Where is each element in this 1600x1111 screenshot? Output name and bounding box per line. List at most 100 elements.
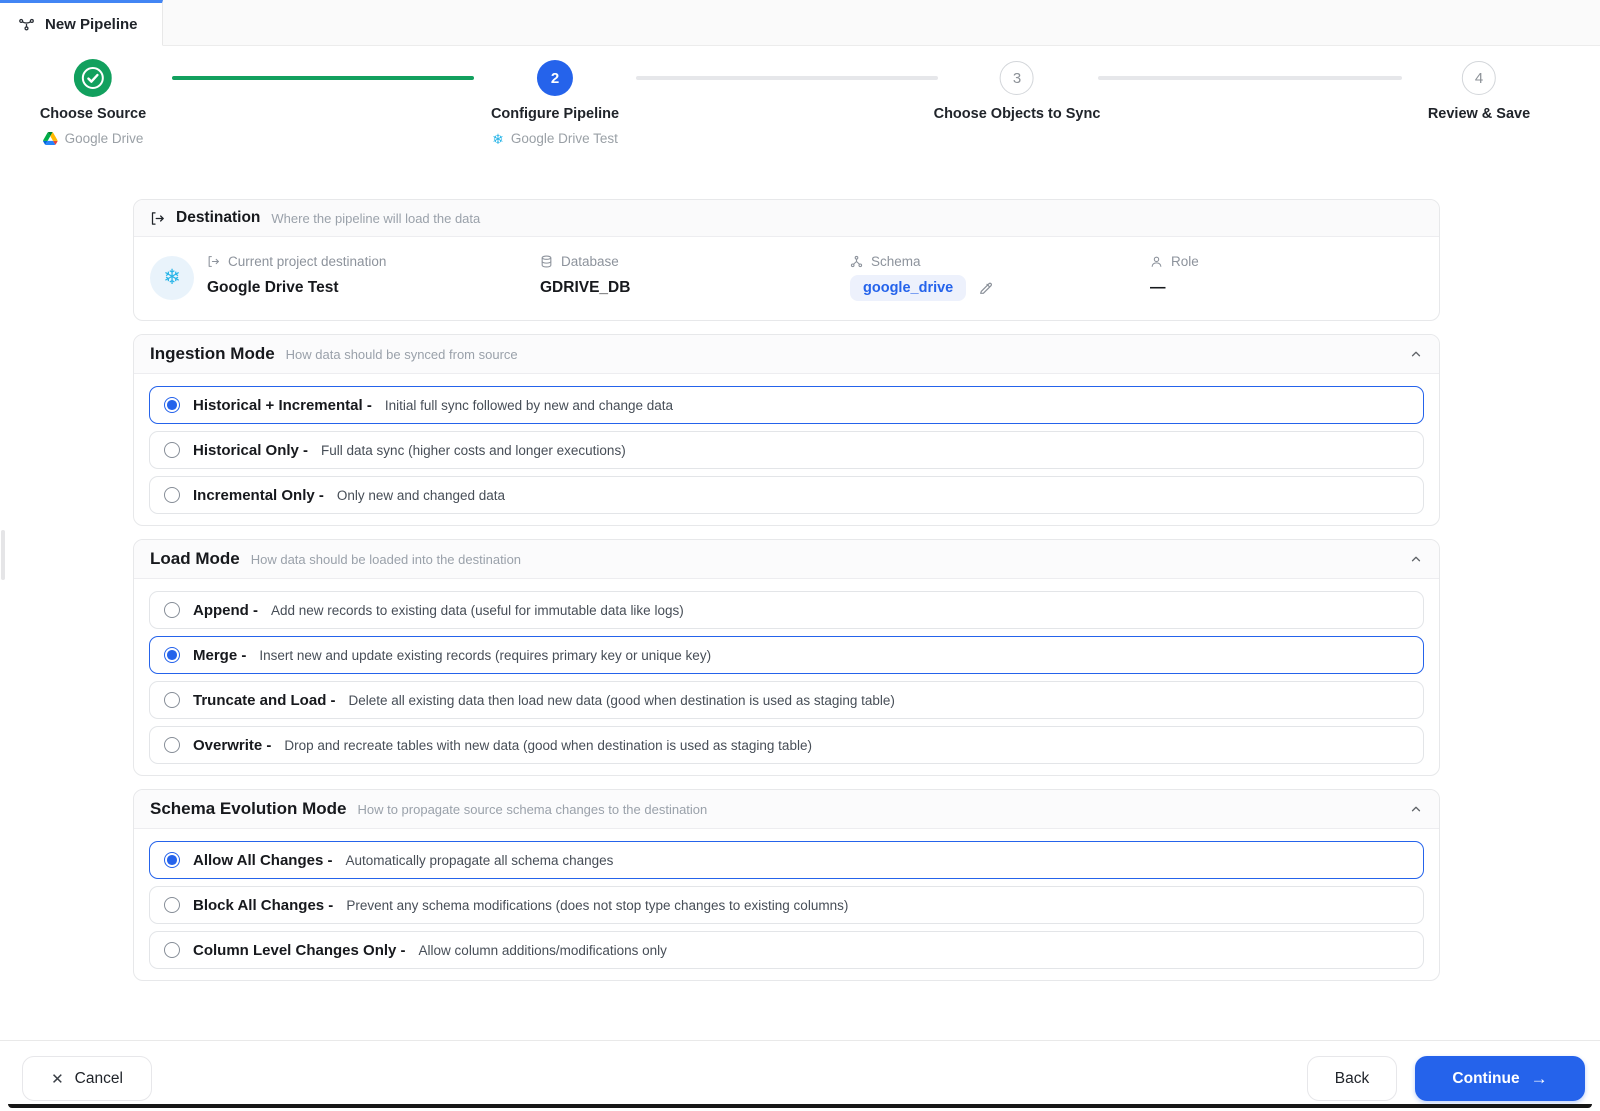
step-choose-source[interactable]: Choose Source Google Drive: [40, 46, 146, 146]
back-label: Back: [1334, 1069, 1370, 1087]
tab-title: New Pipeline: [45, 15, 138, 33]
option-description: Drop and recreate tables with new data (…: [284, 737, 812, 753]
cancel-label: Cancel: [74, 1069, 123, 1087]
option-description: Delete all existing data then load new d…: [348, 692, 895, 708]
radio-button[interactable]: [164, 487, 180, 503]
configure-pipeline-form: Destination Where the pipeline will load…: [133, 180, 1440, 1046]
database-icon: [540, 255, 553, 268]
role-person-icon: [1150, 255, 1163, 268]
section-subtitle: How data should be loaded into the desti…: [250, 551, 522, 567]
option-incremental-only[interactable]: Incremental Only - Only new and changed …: [149, 476, 1424, 514]
option-historical-only[interactable]: Historical Only - Full data sync (higher…: [149, 431, 1424, 469]
schema-icon: [850, 255, 863, 268]
radio-button[interactable]: [164, 647, 180, 663]
section-load-mode: Load Mode How data should be loaded into…: [133, 539, 1440, 776]
field-role: Role —: [1150, 254, 1423, 297]
snowflake-destination-avatar: ❄: [150, 255, 194, 300]
field-label: Schema: [871, 254, 921, 269]
content-clip-overlay: [0, 1017, 1600, 1040]
field-value: Google Drive Test: [207, 279, 339, 296]
section-subtitle: How to propagate source schema changes t…: [357, 801, 708, 817]
option-block-all-changes[interactable]: Block All Changes - Prevent any schema m…: [149, 886, 1424, 924]
field-current-destination: Current project destination Google Drive…: [207, 254, 540, 297]
back-button[interactable]: Back: [1307, 1056, 1397, 1101]
collapse-chevron-up-icon[interactable]: [1409, 347, 1423, 361]
step-label: Choose Source: [39, 106, 147, 122]
google-drive-icon: [42, 132, 58, 145]
destination-header: Destination Where the pipeline will load…: [134, 200, 1439, 237]
window-bottom-edge: [8, 1104, 1592, 1108]
snowflake-icon: ❄: [492, 130, 504, 147]
section-title: Ingestion Mode: [150, 344, 275, 363]
pipeline-stepper: Choose Source Google Drive 2 Configure P…: [0, 46, 1600, 180]
pipeline-icon: [18, 16, 35, 33]
step-label: Choose Objects to Sync: [933, 106, 1101, 122]
option-description: Allow column additions/modifications onl…: [418, 942, 667, 958]
option-historical-incremental[interactable]: Historical + Incremental - Initial full …: [149, 386, 1424, 424]
option-label: Append -: [193, 601, 258, 619]
step-number: 4: [1462, 61, 1496, 95]
ingestion-mode-options: Historical + Incremental - Initial full …: [134, 374, 1439, 525]
schema-chip[interactable]: google_drive: [850, 275, 967, 301]
tab-bar: New Pipeline: [0, 0, 1600, 46]
option-description: Add new records to existing data (useful…: [271, 602, 684, 618]
step-sublabel: Google Drive Test: [510, 131, 618, 146]
option-label: Historical Only -: [193, 441, 309, 459]
option-allow-all-changes[interactable]: Allow All Changes - Automatically propag…: [149, 841, 1424, 879]
step-label: Review & Save: [1427, 106, 1531, 122]
option-overwrite[interactable]: Overwrite - Drop and recreate tables wit…: [149, 726, 1424, 764]
close-icon: ✕: [51, 1070, 64, 1088]
section-title: Load Mode: [150, 549, 240, 568]
tab-new-pipeline[interactable]: New Pipeline: [0, 0, 163, 46]
stepper-connector-completed: [172, 76, 474, 80]
radio-button[interactable]: [164, 602, 180, 618]
option-description: Initial full sync followed by new and ch…: [384, 397, 674, 413]
step-choose-objects[interactable]: 3 Choose Objects to Sync: [933, 46, 1101, 122]
destination-details: ❄ Current project destination Google Dri…: [134, 237, 1439, 320]
arrow-right-icon: →: [1530, 1068, 1548, 1088]
radio-button[interactable]: [164, 737, 180, 753]
cancel-button[interactable]: ✕ Cancel: [22, 1056, 152, 1101]
option-description: Automatically propagate all schema chang…: [345, 852, 614, 868]
collapse-chevron-up-icon[interactable]: [1409, 552, 1423, 566]
radio-button[interactable]: [164, 942, 180, 958]
option-description: Only new and changed data: [336, 487, 505, 503]
option-label: Truncate and Load -: [193, 691, 336, 709]
radio-button[interactable]: [164, 692, 180, 708]
step-configure-pipeline[interactable]: 2 Configure Pipeline ❄ Google Drive Test: [491, 46, 619, 146]
step-source-name: Google Drive: [42, 131, 143, 146]
step-number-active: 2: [537, 60, 573, 96]
option-description: Prevent any schema modifications (does n…: [346, 897, 849, 913]
continue-label: Continue: [1452, 1069, 1520, 1087]
section-ingestion-mode: Ingestion Mode How data should be synced…: [133, 334, 1440, 526]
destination-export-icon: [150, 211, 165, 226]
footer-action-bar: ✕ Cancel Back Continue →: [0, 1040, 1600, 1106]
option-column-level-changes[interactable]: Column Level Changes Only - Allow column…: [149, 931, 1424, 969]
step-label: Configure Pipeline: [490, 106, 620, 122]
radio-button[interactable]: [164, 852, 180, 868]
option-label: Merge -: [193, 646, 247, 664]
option-label: Overwrite -: [193, 736, 272, 754]
continue-button[interactable]: Continue →: [1415, 1056, 1585, 1101]
field-label: Database: [561, 254, 619, 269]
step-review-save[interactable]: 4 Review & Save: [1428, 46, 1530, 122]
radio-button[interactable]: [164, 897, 180, 913]
option-truncate-and-load[interactable]: Truncate and Load - Delete all existing …: [149, 681, 1424, 719]
option-label: Allow All Changes -: [193, 851, 333, 869]
option-merge[interactable]: Merge - Insert new and update existing r…: [149, 636, 1424, 674]
step-number: 3: [999, 61, 1034, 95]
edit-pencil-icon[interactable]: [978, 280, 994, 296]
option-append[interactable]: Append - Add new records to existing dat…: [149, 591, 1424, 629]
field-value: GDRIVE_DB: [540, 279, 631, 296]
option-label: Historical + Incremental -: [193, 396, 372, 414]
option-label: Block All Changes -: [193, 896, 334, 914]
field-schema: Schema google_drive: [850, 254, 1150, 301]
radio-button[interactable]: [164, 442, 180, 458]
option-label: Incremental Only -: [193, 486, 324, 504]
field-label: Current project destination: [228, 254, 387, 269]
radio-button[interactable]: [164, 397, 180, 413]
left-scrollbar-artifact: [1, 530, 5, 580]
section-header: Load Mode How data should be loaded into…: [134, 540, 1439, 579]
collapse-chevron-up-icon[interactable]: [1409, 802, 1423, 816]
snowflake-icon: ❄: [163, 266, 181, 289]
